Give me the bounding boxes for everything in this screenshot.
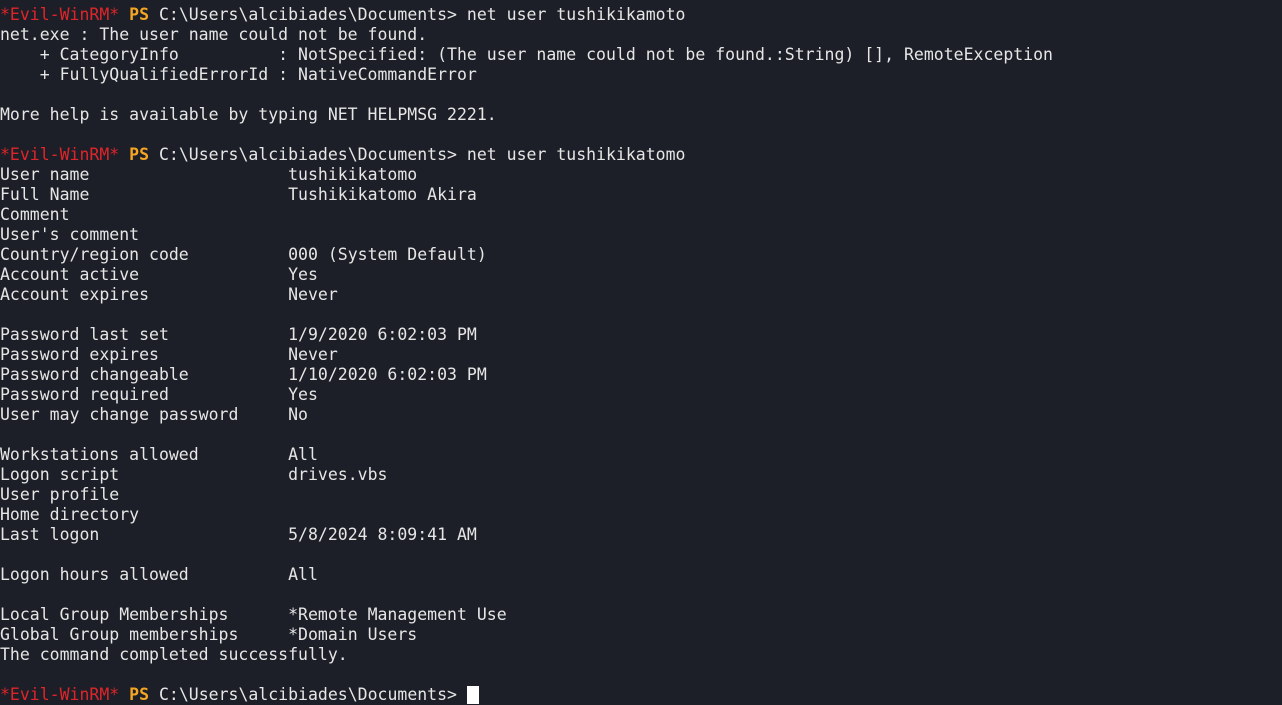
field-value: 1/9/2020 6:02:03 PM: [288, 325, 477, 344]
field-label: Logon hours allowed: [0, 565, 289, 584]
user-info-row: Country/region code 000 (System Default): [0, 245, 1282, 265]
field-value: *Remote Management Use: [288, 605, 507, 624]
evil-winrm-tag: *Evil-WinRM*: [0, 5, 120, 24]
user-info-row: Password last set 1/9/2020 6:02:03 PM: [0, 325, 1282, 345]
field-value: *Domain Users: [288, 625, 418, 644]
field-value: Tushikikatomo Akira: [288, 185, 477, 204]
field-label: Comment: [0, 205, 289, 224]
field-value: 5/8/2024 8:09:41 AM: [288, 525, 477, 544]
prompt-path: C:\Users\alcibiades\Documents>: [158, 5, 457, 24]
error-line: + CategoryInfo : NotSpecified: (The user…: [0, 45, 1053, 64]
terminal-cursor[interactable]: [466, 686, 479, 704]
user-info-block: User name tushikikatomo Full Name Tushiki…: [0, 165, 1282, 645]
field-value: Never: [288, 345, 338, 364]
field-label: Global Group memberships: [0, 625, 289, 644]
field-value: drives.vbs: [288, 465, 388, 484]
completion-line: The command completed successfully.: [0, 645, 348, 664]
user-info-row: Logon script drives.vbs: [0, 465, 1282, 485]
user-info-row: Password expires Never: [0, 345, 1282, 365]
user-info-row: Home directory: [0, 505, 1282, 525]
help-line: More help is available by typing NET HEL…: [0, 105, 497, 124]
evil-winrm-tag: *Evil-WinRM*: [0, 145, 120, 164]
ps-tag: PS: [129, 5, 150, 24]
user-info-row: Logon hours allowed All: [0, 565, 1282, 585]
field-label: Password required: [0, 385, 289, 404]
error-line: + FullyQualifiedErrorId : NativeCommandE…: [0, 65, 477, 84]
user-info-row: Full Name Tushikikatomo Akira: [0, 185, 1282, 205]
field-value: All: [288, 565, 318, 584]
user-info-row: Workstations allowed All: [0, 445, 1282, 465]
user-info-row: Last logon 5/8/2024 8:09:41 AM: [0, 525, 1282, 545]
field-label: User name: [0, 165, 289, 184]
terminal-output[interactable]: *Evil-WinRM* PS C:\Users\alcibiades\Docu…: [0, 5, 1282, 705]
field-label: Password last set: [0, 325, 289, 344]
user-info-row: Global Group memberships *Domain Users: [0, 625, 1282, 645]
error-line: net.exe : The user name could not be fou…: [0, 25, 428, 44]
field-label: Home directory: [0, 505, 289, 524]
command-text: net user tushikikatomo: [466, 145, 686, 164]
field-label: Local Group Memberships: [0, 605, 289, 624]
field-label: Password changeable: [0, 365, 289, 384]
field-value: No: [288, 405, 308, 424]
user-info-row: Password changeable 1/10/2020 6:02:03 PM: [0, 365, 1282, 385]
user-info-row: Account expires Never: [0, 285, 1282, 305]
user-info-row: Local Group Memberships *Remote Manageme…: [0, 605, 1282, 625]
prompt-line: *Evil-WinRM* PS C:\Users\alcibiades\Docu…: [0, 145, 1282, 165]
user-info-row: Password required Yes: [0, 385, 1282, 405]
field-value: Never: [288, 285, 338, 304]
user-info-row: User profile: [0, 485, 1282, 505]
field-label: Last logon: [0, 525, 289, 544]
user-info-row: Comment: [0, 205, 1282, 225]
prompt-line: *Evil-WinRM* PS C:\Users\alcibiades\Docu…: [0, 685, 1282, 705]
command-text: net user tushikikamoto: [466, 5, 686, 24]
field-value: tushikikatomo: [288, 165, 418, 184]
user-info-row: User's comment: [0, 225, 1282, 245]
field-value: 000 (System Default): [288, 245, 487, 264]
field-label: Full Name: [0, 185, 289, 204]
field-label: Password expires: [0, 345, 289, 364]
field-label: Account active: [0, 265, 289, 284]
field-value: 1/10/2020 6:02:03 PM: [288, 365, 487, 384]
user-info-row: Account active Yes: [0, 265, 1282, 285]
field-label: Logon script: [0, 465, 289, 484]
field-value: All: [288, 445, 318, 464]
ps-tag: PS: [129, 145, 150, 164]
field-label: Workstations allowed: [0, 445, 289, 464]
field-label: Account expires: [0, 285, 289, 304]
field-label: User profile: [0, 485, 289, 504]
field-label: User may change password: [0, 405, 289, 424]
prompt-path: C:\Users\alcibiades\Documents>: [158, 145, 457, 164]
user-info-row: User may change password No: [0, 405, 1282, 425]
ps-tag: PS: [129, 685, 150, 704]
field-value: Yes: [288, 265, 318, 284]
user-info-row: User name tushikikatomo: [0, 165, 1282, 185]
field-value: Yes: [288, 385, 318, 404]
evil-winrm-tag: *Evil-WinRM*: [0, 685, 120, 704]
prompt-line: *Evil-WinRM* PS C:\Users\alcibiades\Docu…: [0, 5, 1282, 25]
field-label: User's comment: [0, 225, 289, 244]
prompt-path: C:\Users\alcibiades\Documents>: [158, 685, 457, 704]
field-label: Country/region code: [0, 245, 289, 264]
